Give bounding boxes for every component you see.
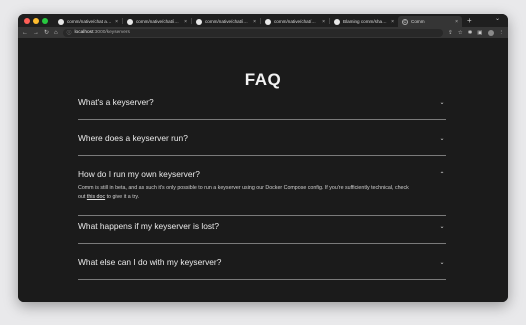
github-icon	[127, 18, 133, 25]
tab-strip: comm/native/chat at mast × comm/native/c…	[18, 14, 508, 27]
faq-question[interactable]: What's a keyserver?	[78, 97, 154, 107]
forward-arrow-icon[interactable]: →	[33, 30, 39, 36]
url-host: localhost	[74, 30, 94, 35]
faq-answer-line: Comm is still in beta, and as such it's …	[78, 185, 409, 191]
new-tab-button[interactable]: +	[467, 16, 472, 25]
close-tab-icon[interactable]: ×	[253, 19, 256, 25]
extensions-icon[interactable]: ✱	[468, 30, 473, 36]
browser-tab[interactable]: comm/native/chat/inner-te ×	[192, 16, 260, 27]
chevron-down-icon[interactable]: ⌄	[438, 134, 446, 142]
faq-question[interactable]: How do I run my own keyserver?	[78, 169, 200, 179]
faq-item[interactable]: What's a keyserver? ⌄	[78, 97, 446, 120]
back-arrow-icon[interactable]: ←	[22, 30, 28, 36]
faq-answer: Comm is still in beta, and as such it's …	[78, 184, 446, 201]
maximize-window-button[interactable]	[42, 17, 48, 24]
chevron-down-icon[interactable]: ⌄	[438, 98, 446, 106]
tab-title: Blaming comm/shared/sear	[343, 19, 388, 24]
browser-toolbar: ← → ↻ ⌂ ⓘ localhost:3000/keyservers ⇪ ☆ …	[18, 27, 508, 38]
browser-tab[interactable]: Blaming comm/shared/sear ×	[330, 16, 398, 27]
faq-question[interactable]: What else can I do with my keyserver?	[78, 257, 221, 267]
close-tab-icon[interactable]: ×	[184, 19, 187, 25]
reload-icon[interactable]: ↻	[44, 30, 49, 36]
tab-title: comm/native/chat/multime	[274, 19, 319, 24]
chevron-down-icon[interactable]: ⌄	[438, 258, 446, 266]
sidebar-icon[interactable]: ▣	[477, 30, 482, 36]
profile-avatar-icon[interactable]	[487, 29, 494, 36]
home-icon[interactable]: ⌂	[54, 30, 58, 36]
faq-item-expanded[interactable]: How do I run my own keyserver? ⌃ Comm is…	[78, 169, 446, 216]
github-icon	[265, 18, 271, 25]
share-icon[interactable]: ⇪	[448, 30, 453, 36]
page-title: FAQ	[244, 70, 282, 89]
faq-item[interactable]: What else can I do with my keyserver? ⌄	[78, 257, 446, 280]
this-doc-link[interactable]: this doc	[87, 194, 105, 200]
menu-kebab-icon[interactable]: ⋮	[499, 30, 505, 36]
browser-tab[interactable]: comm/native/chat/multime ×	[261, 16, 329, 27]
url-path: :3000/keyservers	[93, 30, 130, 35]
browser-window: comm/native/chat at mast × comm/native/c…	[18, 14, 508, 302]
page-content: FAQ What's a keyserver? ⌄ Where does a k…	[18, 38, 508, 302]
address-bar[interactable]: ⓘ localhost:3000/keyservers	[62, 28, 444, 37]
tab-search-chevron-icon[interactable]: ⌄	[495, 15, 500, 22]
faq-question[interactable]: Where does a keyserver run?	[78, 133, 188, 143]
window-controls	[18, 17, 54, 24]
browser-tab[interactable]: comm/native/chat at mast ×	[54, 16, 122, 27]
chevron-down-icon[interactable]: ⌄	[438, 222, 446, 230]
comm-icon: C	[402, 18, 408, 25]
info-icon[interactable]: ⓘ	[67, 29, 72, 36]
browser-tab-active[interactable]: C Comm ×	[398, 16, 462, 27]
close-tab-icon[interactable]: ×	[391, 19, 394, 25]
close-tab-icon[interactable]: ×	[115, 19, 118, 25]
browser-tab[interactable]: comm/native/chat/inline- ×	[123, 16, 191, 27]
toolbar-actions: ⇪ ☆ ✱ ▣ ⋮	[448, 29, 505, 36]
minimize-window-button[interactable]	[33, 17, 39, 24]
faq-item[interactable]: What happens if my keyserver is lost? ⌄	[78, 221, 446, 244]
tab-title: Comm	[411, 19, 425, 24]
faq-item[interactable]: Where does a keyserver run? ⌄	[78, 133, 446, 156]
github-icon	[196, 18, 202, 25]
faq-question[interactable]: What happens if my keyserver is lost?	[78, 221, 219, 231]
tab-title: comm/native/chat/inline-	[136, 19, 182, 24]
close-tab-icon[interactable]: ×	[322, 19, 325, 25]
close-window-button[interactable]	[24, 17, 30, 24]
chevron-up-icon[interactable]: ⌃	[438, 170, 446, 178]
close-tab-icon[interactable]: ×	[455, 19, 458, 25]
tab-title: comm/native/chat at mast	[67, 19, 112, 24]
github-icon	[58, 18, 64, 25]
tab-title: comm/native/chat/inner-te	[205, 19, 250, 24]
faq-answer-post: to give it a try.	[105, 193, 140, 200]
github-icon	[334, 18, 340, 25]
bookmark-star-icon[interactable]: ☆	[458, 30, 463, 36]
faq-answer-pre: out	[78, 193, 87, 200]
